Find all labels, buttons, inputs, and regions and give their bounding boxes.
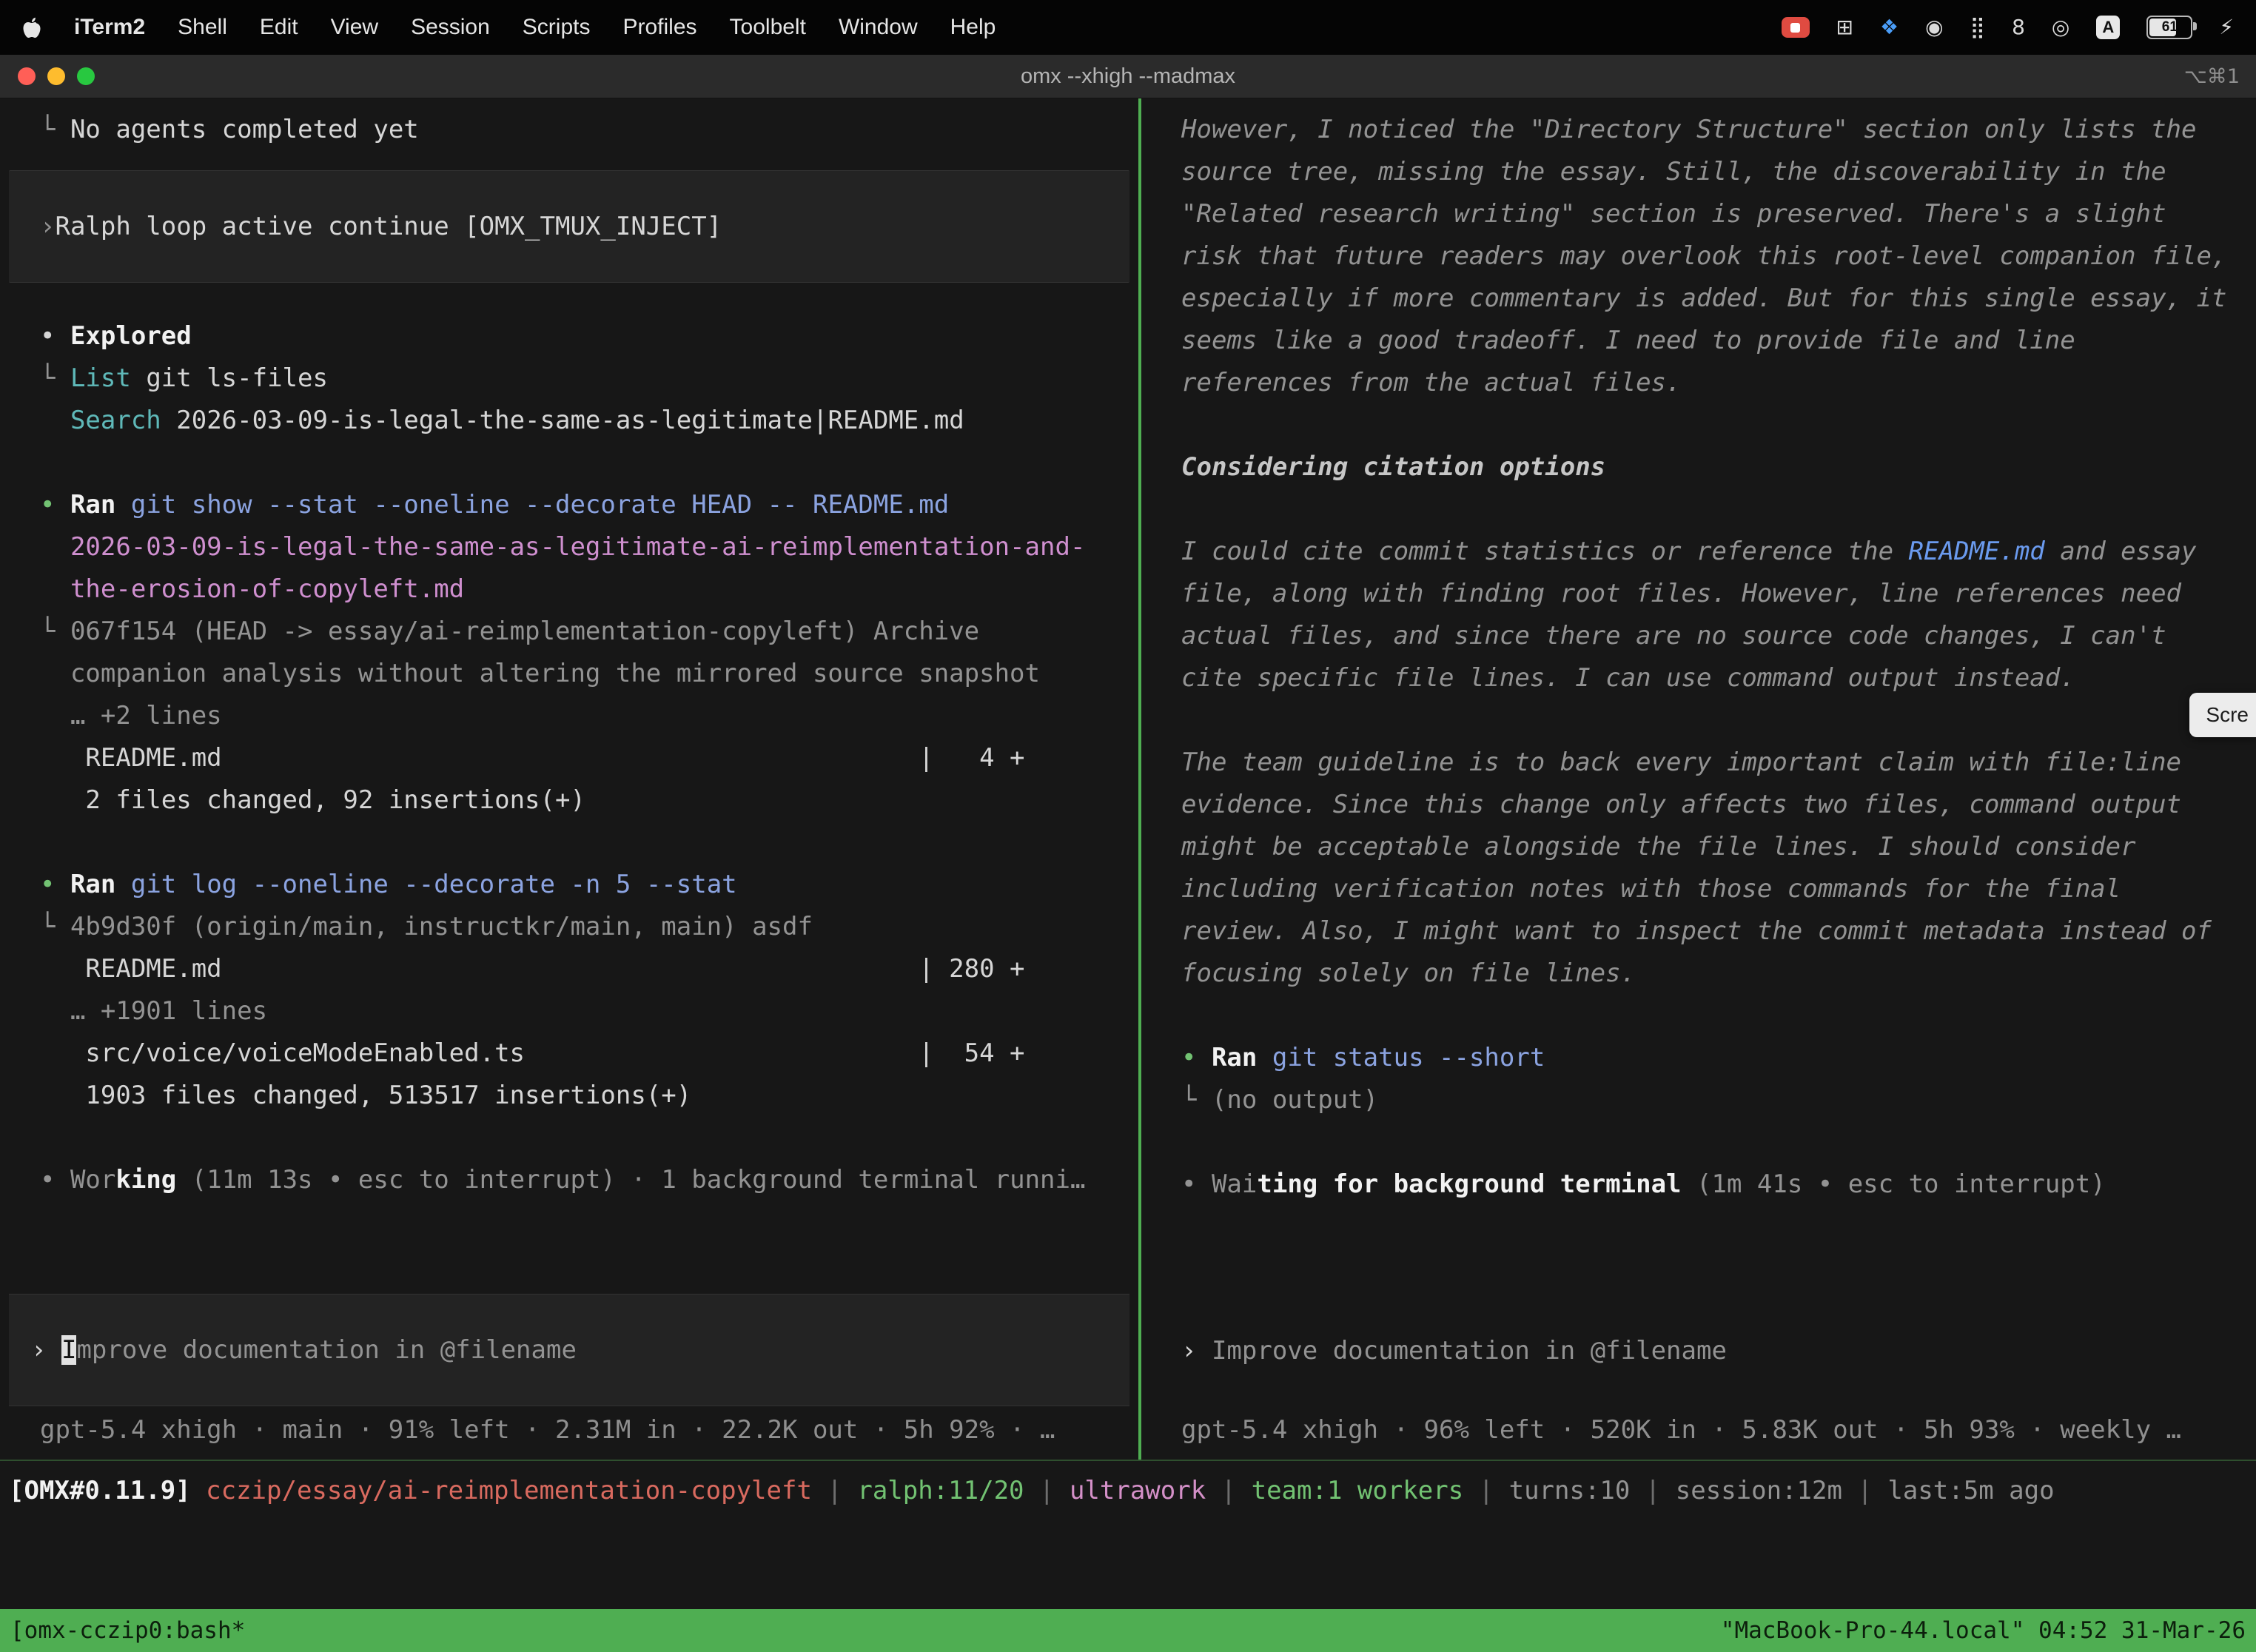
tmux-session-label: [omx-cczip0:bash* bbox=[10, 1610, 245, 1652]
prompt-input-left[interactable]: › Improve documentation in @filename bbox=[9, 1294, 1129, 1406]
terminal-line bbox=[40, 1117, 1112, 1159]
camera-icon[interactable]: ◉ bbox=[1925, 17, 1943, 38]
terminal-line: … +2 lines bbox=[40, 695, 1112, 737]
terminal-line: The team guideline is to back every impo… bbox=[1181, 742, 2229, 995]
menu-session[interactable]: Session bbox=[411, 15, 490, 40]
link-icon[interactable]: 8 bbox=[2012, 17, 2025, 38]
window-title: omx --xhigh --madmax bbox=[1021, 64, 1235, 89]
terminal-line: 1903 files changed, 513517 insertions(+) bbox=[40, 1075, 1112, 1117]
terminal-empty-space bbox=[0, 1520, 2256, 1609]
terminal-line: I could cite commit statistics or refere… bbox=[1181, 531, 2229, 699]
terminal-line: However, I noticed the "Directory Struct… bbox=[1181, 109, 2229, 404]
terminal-line: 2026-03-09-is-legal-the-same-as-legitima… bbox=[40, 526, 1112, 611]
terminal-line: • Ran git show --stat --oneline --decora… bbox=[40, 484, 1112, 526]
shield-icon[interactable]: ❖ bbox=[1880, 17, 1899, 38]
menu-help[interactable]: Help bbox=[950, 15, 996, 40]
terminal-line: 2 files changed, 92 insertions(+) bbox=[40, 779, 1112, 822]
terminal-line bbox=[1181, 699, 2229, 742]
terminal-line bbox=[1181, 1121, 2229, 1164]
terminal-line bbox=[1181, 488, 2229, 531]
banner-text: Ralph loop active continue [OMX_TMUX_INJ… bbox=[55, 206, 722, 248]
pane-right-content: However, I noticed the "Directory Struct… bbox=[1141, 109, 2256, 1295]
keypad-icon[interactable]: ⣿ bbox=[1970, 17, 1986, 38]
waiting-status-line: • Waiting for background terminal (1m 41… bbox=[1181, 1164, 2229, 1206]
window-controls bbox=[0, 67, 95, 85]
pane-left-content: └ No agents completed yet › Ralph loop a… bbox=[0, 109, 1138, 1294]
terminal-line bbox=[40, 442, 1112, 484]
ralph-loop-banner: › Ralph loop active continue [OMX_TMUX_I… bbox=[9, 170, 1129, 283]
terminal-line bbox=[1181, 404, 2229, 446]
omx-status-line: [OMX#0.11.9] cczip/essay/ai-reimplementa… bbox=[9, 1470, 2055, 1512]
aperture-icon[interactable]: ◎ bbox=[2052, 17, 2069, 38]
menu-shell[interactable]: Shell bbox=[178, 15, 227, 40]
menu-window[interactable]: Window bbox=[839, 15, 918, 40]
window-grid-icon[interactable]: ⊞ bbox=[1836, 17, 1853, 38]
terminal-line: └ No agents completed yet bbox=[40, 109, 1112, 151]
terminal-line: └ 067f154 (HEAD -> essay/ai-reimplementa… bbox=[40, 611, 1112, 695]
apple-menu-icon[interactable] bbox=[22, 16, 41, 38]
charging-icon[interactable]: ⚡ bbox=[2219, 17, 2234, 38]
model-status-left: gpt-5.4 xhigh · main · 91% left · 2.31M … bbox=[0, 1406, 1138, 1454]
pane-right[interactable]: However, I noticed the "Directory Struct… bbox=[1141, 98, 2256, 1460]
screen-notification-toast[interactable]: Scre bbox=[2189, 693, 2256, 737]
screen-recording-indicator[interactable] bbox=[1782, 17, 1810, 38]
terminal-line: README.md| 4 + bbox=[40, 737, 1112, 779]
window-shortcut-hint: ⌥⌘1 bbox=[2184, 65, 2256, 88]
terminal-line: └ (no output) bbox=[1181, 1079, 2229, 1121]
keyboard-input-icon[interactable]: A bbox=[2096, 16, 2120, 39]
macos-menubar: iTerm2 Shell Edit View Session Scripts Profile… bbox=[0, 0, 2256, 55]
omx-session-statusbar: [OMX#0.11.9] cczip/essay/ai-reimplementa… bbox=[0, 1461, 2256, 1520]
tmux-host-clock: "MacBook-Pro-44.local" 04:52 31-Mar-26 bbox=[1721, 1610, 2246, 1652]
banner-prompt-icon: › bbox=[40, 206, 55, 248]
terminal-line: Search 2026-03-09-is-legal-the-same-as-l… bbox=[40, 400, 1112, 442]
terminal-line: • Ran git status --short bbox=[1181, 1037, 2229, 1079]
pane-left[interactable]: └ No agents completed yet › Ralph loop a… bbox=[0, 98, 1138, 1460]
model-status-right: gpt-5.4 xhigh · 96% left · 520K in · 5.8… bbox=[1141, 1406, 2256, 1454]
prompt-input-line: › Improve documentation in @filename bbox=[31, 1329, 577, 1371]
terminal-line: • Explored bbox=[40, 315, 1112, 357]
menubar-status-icons: ⊞ ❖ ◉ ⣿ 8 ◎ A 61 ⚡ bbox=[1782, 16, 2234, 39]
desktop: iTerm2 Shell Edit View Session Scripts Profile… bbox=[0, 0, 2256, 1652]
menu-view[interactable]: View bbox=[331, 15, 378, 40]
minimize-window-button[interactable] bbox=[47, 67, 65, 85]
menu-iterm2[interactable]: iTerm2 bbox=[74, 15, 145, 40]
battery-icon[interactable]: 61 bbox=[2146, 16, 2192, 39]
menu-toolbelt[interactable]: Toolbelt bbox=[730, 15, 806, 40]
tmux-panes: └ No agents completed yet › Ralph loop a… bbox=[0, 98, 2256, 1461]
zoom-window-button[interactable] bbox=[77, 67, 95, 85]
terminal-line bbox=[40, 822, 1112, 864]
close-window-button[interactable] bbox=[18, 67, 36, 85]
terminal-line: … +1901 lines bbox=[40, 990, 1112, 1032]
menu-profiles[interactable]: Profiles bbox=[622, 15, 696, 40]
window-titlebar: omx --xhigh --madmax ⌥⌘1 bbox=[0, 55, 2256, 98]
prompt-input-right[interactable]: › Improve documentation in @filename bbox=[1150, 1295, 2247, 1406]
menubar-menus: iTerm2 Shell Edit View Session Scripts Profile… bbox=[22, 15, 996, 40]
terminal-line: └ List git ls-files bbox=[40, 357, 1112, 400]
terminal-line: README.md| 280 + bbox=[40, 948, 1112, 990]
terminal-line bbox=[1181, 995, 2229, 1037]
terminal-line: └ 4b9d30f (origin/main, instructkr/main,… bbox=[40, 906, 1112, 948]
tmux-statusbar: [omx-cczip0:bash* "MacBook-Pro-44.local"… bbox=[0, 1609, 2256, 1652]
menu-edit[interactable]: Edit bbox=[260, 15, 298, 40]
terminal-line: src/voice/voiceModeEnabled.ts| 54 + bbox=[40, 1032, 1112, 1075]
terminal-window: └ No agents completed yet › Ralph loop a… bbox=[0, 98, 2256, 1652]
prompt-input-line: › Improve documentation in @filename bbox=[1181, 1330, 1727, 1372]
menu-scripts[interactable]: Scripts bbox=[523, 15, 591, 40]
thinking-heading: Considering citation options bbox=[1181, 446, 2229, 488]
terminal-line: • Ran git log --oneline --decorate -n 5 … bbox=[40, 864, 1112, 906]
working-status-line: • Working (11m 13s • esc to interrupt) ·… bbox=[40, 1159, 1112, 1201]
